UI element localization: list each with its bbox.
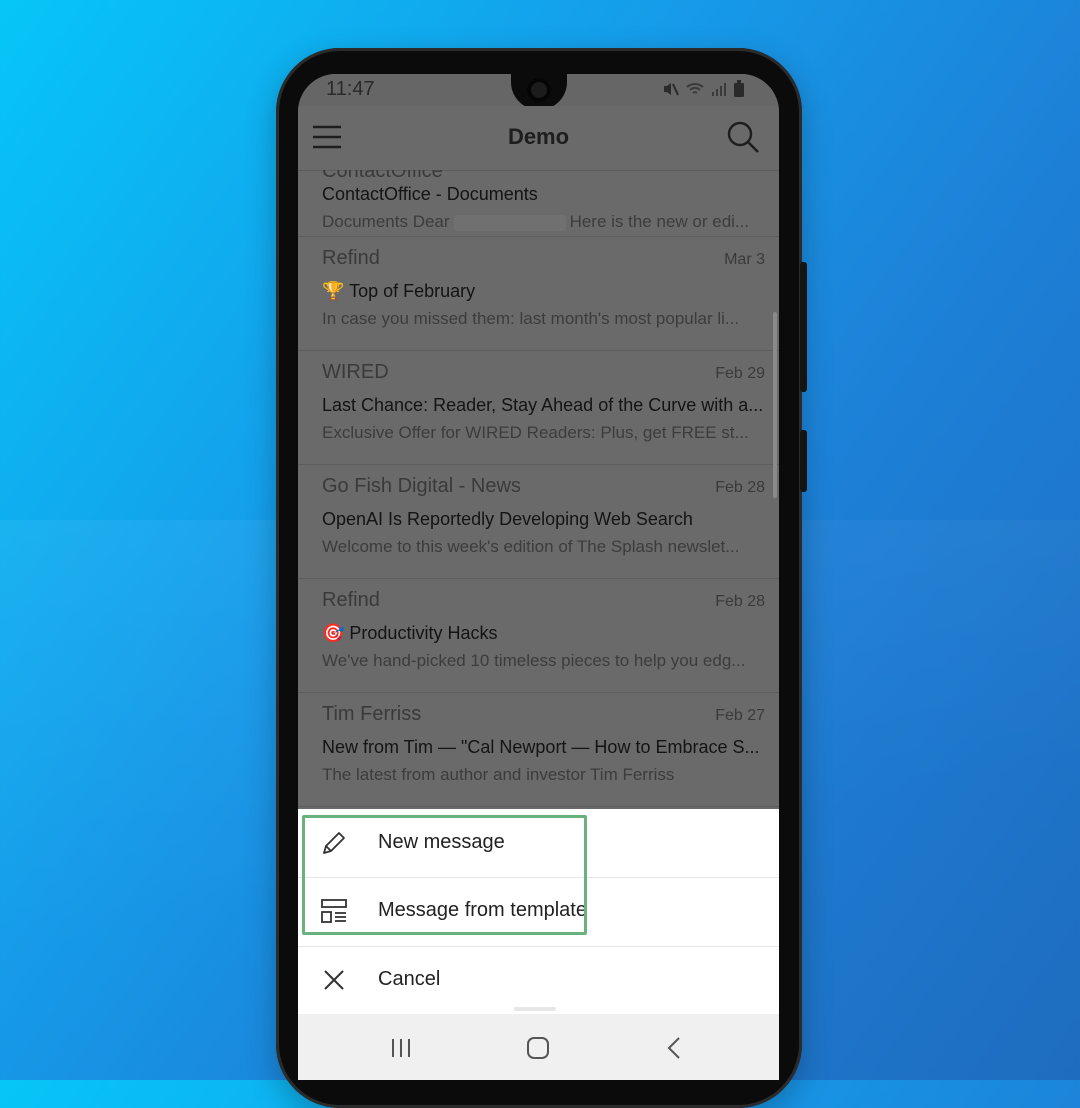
front-camera <box>527 78 551 102</box>
recent-apps-icon[interactable] <box>386 1034 416 1062</box>
cancel-label: Cancel <box>378 968 441 990</box>
mail-subject: ContactOffice - Documents <box>322 184 538 204</box>
mail-item[interactable]: Tim Ferriss Feb 27 New from Tim — "Cal N… <box>298 693 779 807</box>
compose-options-sheet: New message Message from template Cancel <box>298 809 779 1015</box>
mail-sender: Refind <box>322 589 380 611</box>
battery-icon <box>734 80 744 97</box>
redacted-name <box>453 214 566 231</box>
sheet-handle <box>514 1007 556 1011</box>
close-icon <box>324 970 344 990</box>
mail-date: Mar 3 <box>724 251 765 268</box>
scrollbar-thumb[interactable] <box>773 312 777 498</box>
mail-item[interactable]: WIRED Feb 29 Last Chance: Reader, Stay A… <box>298 351 779 465</box>
home-icon[interactable] <box>523 1034 553 1062</box>
mail-sender: WIRED <box>322 361 389 383</box>
mail-subject: OpenAI Is Reportedly Developing Web Sear… <box>322 509 693 529</box>
status-icons <box>661 80 745 98</box>
mail-preview: In case you missed them: last month's mo… <box>322 309 740 328</box>
mail-sender: ContactOffice <box>322 170 443 182</box>
highlight-box <box>302 815 587 935</box>
phone-screen: 11:47 Demo ContactOffice ContactOffice -… <box>298 74 779 1080</box>
mail-preview: Documents Dear Here is the new or edi... <box>322 212 766 232</box>
mail-date: Feb 28 <box>715 593 765 610</box>
signal-icon <box>712 83 726 96</box>
app-title: Demo <box>507 124 570 149</box>
mail-sender: Refind <box>322 247 380 269</box>
mail-list: ContactOffice ContactOffice - Documents … <box>298 170 779 810</box>
mail-subject: Last Chance: Reader, Stay Ahead of the C… <box>322 395 764 415</box>
back-icon[interactable] <box>660 1034 690 1062</box>
mail-preview: Welcome to this week's edition of The Sp… <box>322 537 740 556</box>
mail-subject: 🏆 Top of February <box>322 281 476 301</box>
mail-subject: New from Tim — "Cal Newport — How to Emb… <box>322 737 760 757</box>
power-button <box>800 430 807 492</box>
mail-sender: Go Fish Digital - News <box>322 475 521 497</box>
mail-subject: 🎯 Productivity Hacks <box>322 623 498 643</box>
mail-date: Feb 29 <box>715 365 765 382</box>
volume-button <box>800 262 807 392</box>
mail-preview: Exclusive Offer for WIRED Readers: Plus,… <box>322 423 749 442</box>
mail-item[interactable]: Refind Mar 3 🏆 Top of February In case y… <box>298 237 779 351</box>
mail-item[interactable]: Go Fish Digital - News Feb 28 OpenAI Is … <box>298 465 779 579</box>
mail-item[interactable]: ContactOffice ContactOffice - Documents … <box>298 170 779 237</box>
app-bar: Demo <box>298 106 779 171</box>
mail-date: Feb 27 <box>715 707 765 724</box>
mail-item[interactable]: Refind Feb 28 🎯 Productivity Hacks We've… <box>298 579 779 693</box>
mute-icon <box>664 83 679 96</box>
mail-date: Feb 28 <box>715 479 765 496</box>
mail-sender: Tim Ferriss <box>322 703 422 725</box>
mail-preview-start: Documents Dear <box>322 212 450 231</box>
mail-preview: The latest from author and investor Tim … <box>322 765 675 784</box>
mail-preview-end: Here is the new or edi... <box>569 212 750 231</box>
wifi-icon <box>686 83 704 94</box>
system-nav-bar <box>298 1014 779 1080</box>
cancel-option[interactable]: Cancel <box>298 946 779 1014</box>
status-time: 11:47 <box>326 78 375 100</box>
search-icon[interactable] <box>726 120 760 154</box>
mail-preview: We've hand-picked 10 timeless pieces to … <box>322 651 746 670</box>
